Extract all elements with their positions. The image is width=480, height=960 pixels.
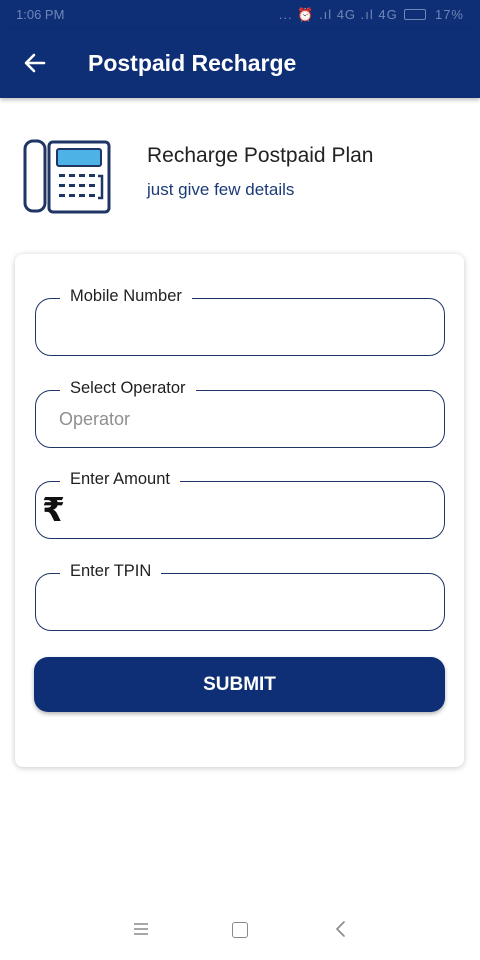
hero-title: Recharge Postpaid Plan (147, 144, 374, 167)
mobile-number-field[interactable] (35, 298, 445, 356)
enter-tpin-field[interactable] (35, 573, 445, 631)
enter-tpin-label: Enter TPIN (60, 562, 162, 581)
back-chevron-icon[interactable] (332, 918, 350, 940)
operator-placeholder: Operator (59, 409, 131, 429)
back-arrow-icon[interactable] (20, 48, 50, 78)
enter-amount-label: Enter Amount (60, 470, 180, 489)
select-operator-label: Select Operator (60, 379, 196, 398)
system-nav-bar (0, 900, 480, 960)
battery-level: 17% (434, 7, 464, 22)
menu-icon[interactable] (132, 920, 150, 938)
battery-icon (404, 9, 427, 20)
page-title: Postpaid Recharge (88, 50, 297, 76)
mobile-number-label: Mobile Number (60, 287, 192, 306)
app-bar: Postpaid Recharge (0, 30, 480, 98)
signal-indicators: ... ⏰ .ıl 4G .ıl 4G (278, 7, 398, 22)
submit-button[interactable]: SUBMIT (34, 657, 445, 712)
enter-amount-field[interactable] (35, 481, 445, 539)
status-indicators: ... ⏰ .ıl 4G .ıl 4G 17% (279, 7, 464, 23)
home-square-icon[interactable] (232, 922, 248, 938)
hero-subtitle: just give few details (147, 180, 295, 199)
telephone-icon (23, 139, 111, 214)
status-time: 1:06 PM (16, 7, 65, 22)
status-bar: 1:06 PM ... ⏰ .ıl 4G .ıl 4G 17% (0, 0, 480, 30)
rupee-icon: ₹ (42, 491, 65, 528)
